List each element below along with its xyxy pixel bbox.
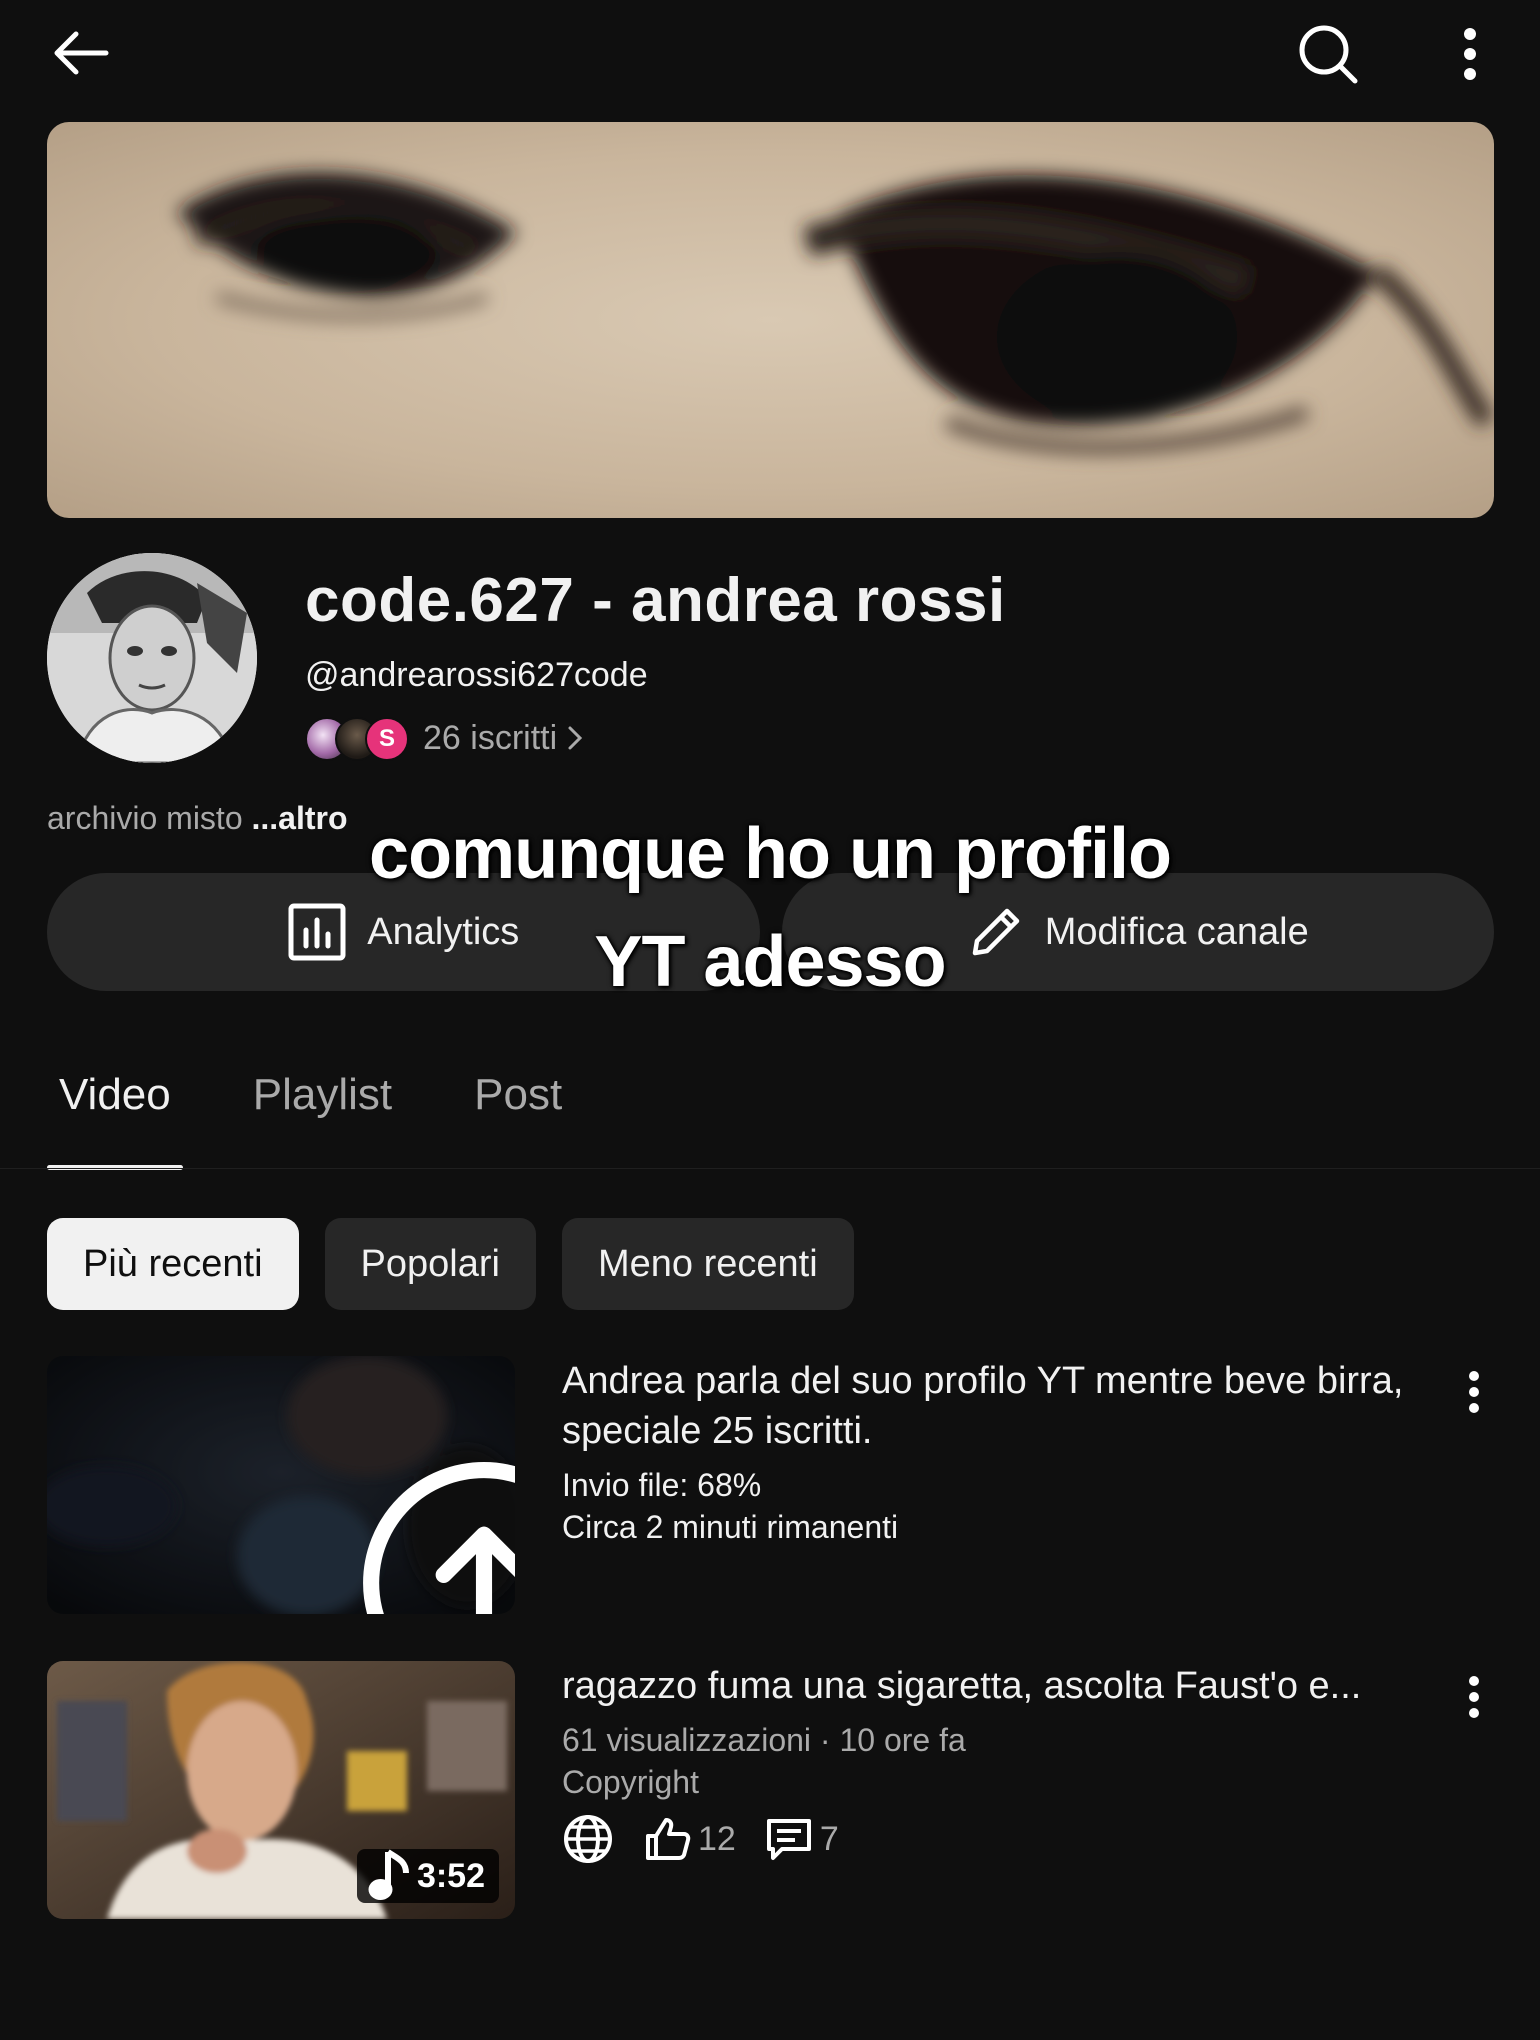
video-thumbnail[interactable] [47,1356,515,1614]
video-more-button[interactable] [1454,1362,1494,1422]
video-title[interactable]: Andrea parla del suo profilo YT mentre b… [562,1356,1422,1456]
video-info: Andrea parla del suo profilo YT mentre b… [562,1356,1422,1548]
banner-image [177,172,1494,455]
more-vert-icon [1464,28,1476,80]
comments-stat: 7 [764,1814,839,1864]
upload-progress-icon [363,1462,515,1614]
more-vert-icon [1469,1676,1479,1718]
comment-icon [766,1819,811,1860]
pencil-icon [972,908,1019,956]
video-info: ragazzo fuma una sigaretta, ascolta Faus… [562,1661,1422,1865]
edit-channel-button[interactable]: Modifica canale [781,873,1494,991]
music-note-icon [368,1849,409,1900]
thumbs-up-icon [646,1818,691,1860]
video-item[interactable]: 3:52 ragazzo fuma una sigaretta, ascolta… [47,1661,1494,1921]
likes-stat: 12 [642,1814,736,1864]
arrow-left-icon [54,31,109,75]
video-copyright-label: Copyright [562,1764,699,1800]
top-bar [0,0,1540,110]
comments-count: 7 [819,1819,839,1858]
analytics-button[interactable]: Analytics [47,873,760,991]
channel-tabs: Video Playlist Post [47,1070,632,1170]
avatar-image [47,553,257,763]
video-more-button[interactable] [1454,1667,1494,1727]
subscriber-avatar: S [365,717,409,761]
video-thumbnail[interactable]: 3:52 [47,1661,515,1919]
channel-actions: Analytics Modifica canale [47,873,1494,991]
channel-banner[interactable] [47,122,1494,518]
more-options-button[interactable] [1440,18,1500,90]
back-button[interactable] [44,20,116,86]
description-more-link[interactable]: ...altro [252,800,348,836]
description-text: archivio misto [47,800,252,836]
video-item-uploading[interactable]: Andrea parla del suo profilo YT mentre b… [47,1356,1494,1616]
subscriber-count: 26 iscritti [423,718,558,757]
search-button[interactable] [1290,18,1366,90]
chip-most-recent[interactable]: Più recenti [47,1218,299,1310]
sort-chips: Più recenti Popolari Meno recenti [47,1218,854,1310]
channel-page: code.627 - andrea rossi @andrearossi627c… [0,0,1540,2040]
subscribers-row[interactable]: S 26 iscritti [305,712,583,764]
channel-name: code.627 - andrea rossi [305,566,1006,635]
video-duration-badge: 3:52 [356,1849,499,1903]
analytics-label: Analytics [367,910,520,953]
edit-channel-label: Modifica canale [1044,910,1309,953]
tabs-divider [0,1168,1540,1169]
search-icon [1299,25,1358,84]
channel-avatar[interactable] [47,553,257,763]
video-title[interactable]: ragazzo fuma una sigaretta, ascolta Faus… [562,1661,1422,1711]
tab-post[interactable]: Post [462,1070,574,1170]
chip-oldest[interactable]: Meno recenti [561,1218,854,1310]
tab-playlist[interactable]: Playlist [241,1070,404,1170]
upload-status: Invio file: 68% [562,1467,762,1503]
chip-popular[interactable]: Popolari [324,1218,536,1310]
video-duration: 3:52 [416,1856,485,1895]
channel-description[interactable]: archivio misto ...altro [47,800,348,837]
likes-count: 12 [698,1819,736,1858]
subscriber-avatars: S [305,713,415,763]
more-vert-icon [1469,1371,1479,1413]
analytics-icon [288,903,346,961]
tab-video[interactable]: Video [47,1070,183,1170]
visibility-public [562,1813,614,1865]
channel-handle: @andrearossi627code [305,656,648,694]
video-stats: 12 7 [562,1813,1422,1865]
chevron-right-icon [567,725,583,751]
video-meta: 61 visualizzazioni · 10 ore fa [562,1722,966,1758]
upload-time-left: Circa 2 minuti rimanenti [562,1509,899,1545]
globe-icon [564,1815,612,1863]
